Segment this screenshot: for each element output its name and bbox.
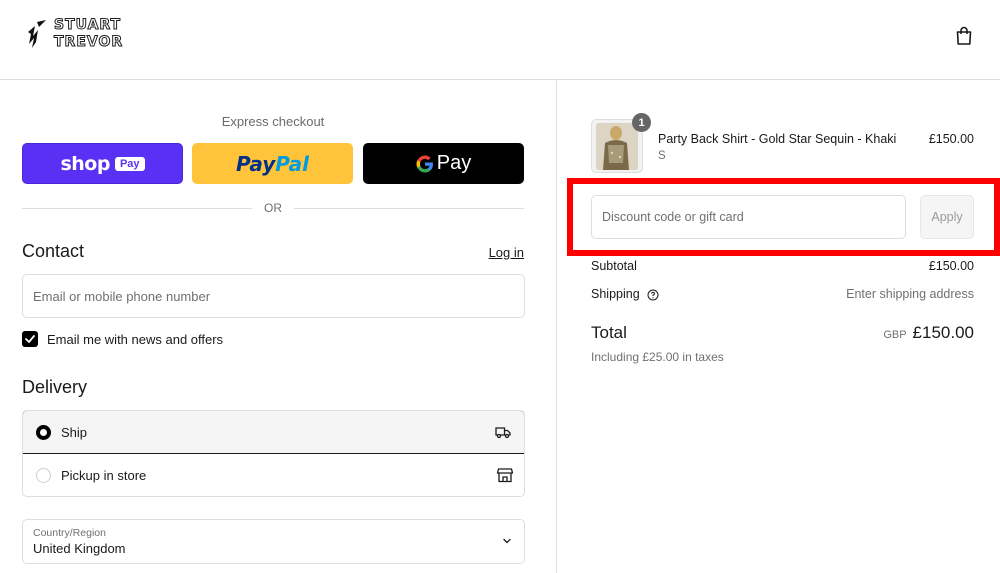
or-text: OR [264, 201, 282, 215]
product-image [596, 123, 638, 170]
total-amount: GBP £150.00 [798, 323, 974, 343]
tax-note: Including £25.00 in taxes [591, 350, 724, 364]
order-summary-column: 1 Party Back Shirt - Gold Star Sequin - … [558, 80, 1000, 573]
delivery-option-label: Pickup in store [61, 468, 147, 483]
country-region-select[interactable]: Country/Region United Kingdom [22, 519, 525, 564]
brand-logo[interactable]: STUART TREVOR [24, 17, 123, 51]
google-pay-wordmark: Pay [436, 152, 472, 174]
brand-name-line2: TREVOR [53, 34, 124, 51]
delivery-title: Delivery [22, 377, 88, 397]
chevron-down-icon [503, 538, 511, 544]
shopping-bag-icon [956, 26, 972, 45]
login-link[interactable]: Log in [460, 245, 524, 260]
google-g-icon [416, 155, 433, 172]
total-currency: GBP [883, 329, 907, 341]
product-price: £150.00 [928, 132, 974, 146]
delivery-option-ship[interactable]: Ship [23, 411, 524, 454]
shop-pay-wordmark: shop [60, 152, 110, 175]
ship-radio[interactable] [36, 424, 51, 440]
help-circle-icon[interactable] [647, 289, 659, 301]
discount-code-input[interactable] [591, 195, 906, 239]
total-label: Total [591, 323, 627, 342]
shop-pay-button[interactable]: shop Pay [22, 143, 183, 184]
google-pay-button[interactable]: Pay [363, 143, 524, 184]
product-name: Party Back Shirt - Gold Star Sequin - Kh… [658, 132, 897, 146]
newsletter-checkbox[interactable] [22, 331, 38, 347]
total-value: £150.00 [912, 323, 974, 342]
newsletter-label: Email me with news and offers [47, 331, 224, 347]
truck-icon [495, 427, 511, 439]
delivery-option-label: Ship [61, 424, 88, 440]
brand-name-line1: STUART [53, 17, 122, 34]
paypal-wordmark-part2: Pal [275, 151, 310, 176]
newsletter-checkbox-row[interactable]: Email me with news and offers [22, 331, 223, 347]
brand-mark-icon [28, 20, 46, 48]
country-region-value: United Kingdom [33, 541, 126, 556]
store-icon [496, 468, 514, 483]
paypal-wordmark-part1: Pay [235, 151, 276, 176]
site-header: STUART TREVOR [0, 0, 1000, 80]
shop-pay-badge: Pay [114, 156, 145, 171]
shipping-value: Enter shipping address [846, 287, 974, 301]
checkmark-icon [25, 335, 35, 343]
checkout-form-column: Express checkout shop Pay PayPal Pay OR … [0, 80, 557, 573]
shipping-label-row: Shipping [591, 287, 659, 301]
product-variant: S [658, 150, 666, 162]
or-divider: OR [22, 201, 524, 215]
country-region-caption: Country/Region [33, 527, 106, 539]
contact-title: Contact [22, 241, 85, 261]
cart-button[interactable] [952, 24, 976, 48]
shipping-label: Shipping [591, 287, 640, 301]
pickup-radio[interactable] [36, 468, 51, 483]
product-photo-icon [596, 123, 638, 170]
subtotal-label: Subtotal [591, 259, 637, 273]
paypal-button[interactable]: PayPal [192, 143, 353, 184]
express-checkout-label: Express checkout [221, 114, 325, 129]
subtotal-value: £150.00 [928, 259, 974, 273]
delivery-option-pickup[interactable]: Pickup in store [23, 454, 524, 496]
delivery-method-group: Ship Pickup in store [22, 410, 525, 497]
paypal-wordmark: PayPal [236, 152, 309, 176]
email-field[interactable] [22, 274, 525, 318]
apply-discount-button[interactable]: Apply [920, 195, 974, 239]
quantity-badge: 1 [632, 113, 651, 132]
